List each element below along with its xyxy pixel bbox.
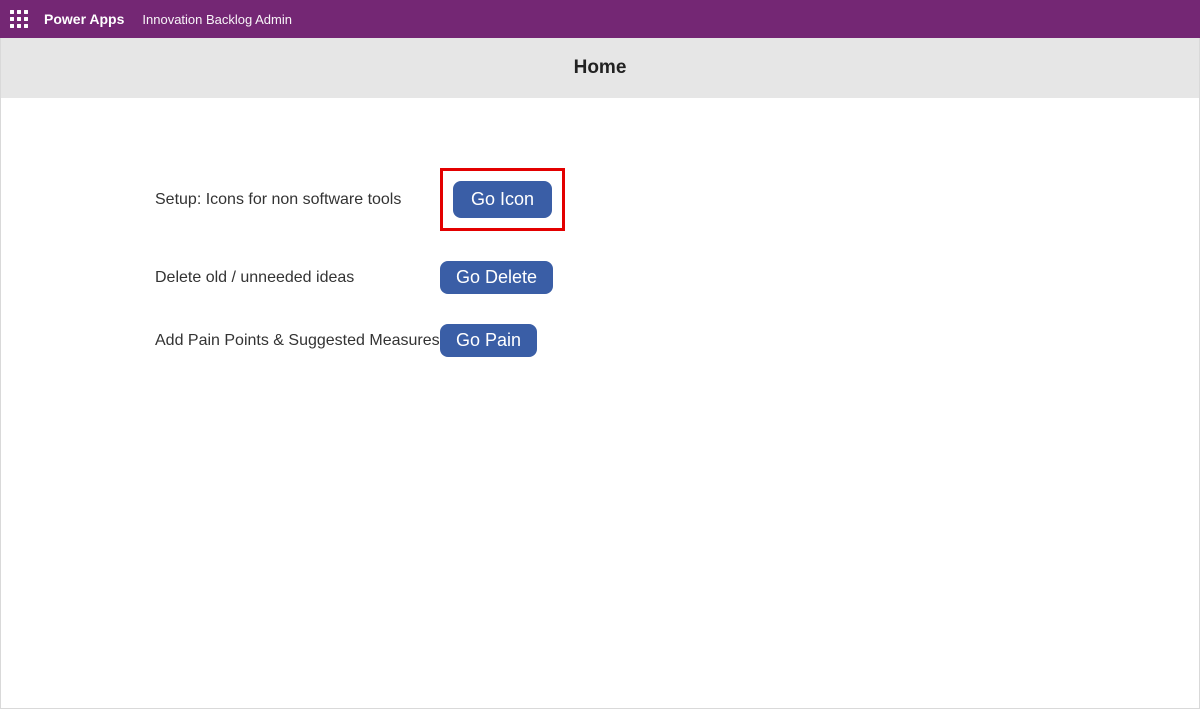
home-content: Setup: Icons for non software tools Go I…	[1, 98, 1199, 357]
page-title: Home	[574, 57, 627, 79]
go-icon-button[interactable]: Go Icon	[453, 181, 552, 218]
go-pain-wrapper: Go Pain	[440, 324, 537, 357]
brand-label: Power Apps	[44, 11, 124, 27]
page-header: Home	[1, 38, 1199, 98]
delete-ideas-row: Delete old / unneeded ideas Go Delete	[155, 261, 1199, 294]
pain-points-row: Add Pain Points & Suggested Measures Go …	[155, 324, 1199, 357]
setup-icons-row: Setup: Icons for non software tools Go I…	[155, 168, 1199, 231]
app-launcher-icon[interactable]	[10, 10, 28, 28]
delete-ideas-label: Delete old / unneeded ideas	[155, 269, 440, 287]
go-icon-highlight-box: Go Icon	[440, 168, 565, 231]
canvas-frame: Home Setup: Icons for non software tools…	[0, 38, 1200, 709]
go-delete-wrapper: Go Delete	[440, 261, 553, 294]
global-header: Power Apps Innovation Backlog Admin	[0, 0, 1200, 38]
go-delete-button[interactable]: Go Delete	[440, 261, 553, 294]
app-name-label: Innovation Backlog Admin	[142, 12, 292, 27]
pain-points-label: Add Pain Points & Suggested Measures	[155, 332, 440, 350]
go-pain-button[interactable]: Go Pain	[440, 324, 537, 357]
setup-icons-label: Setup: Icons for non software tools	[155, 191, 440, 209]
